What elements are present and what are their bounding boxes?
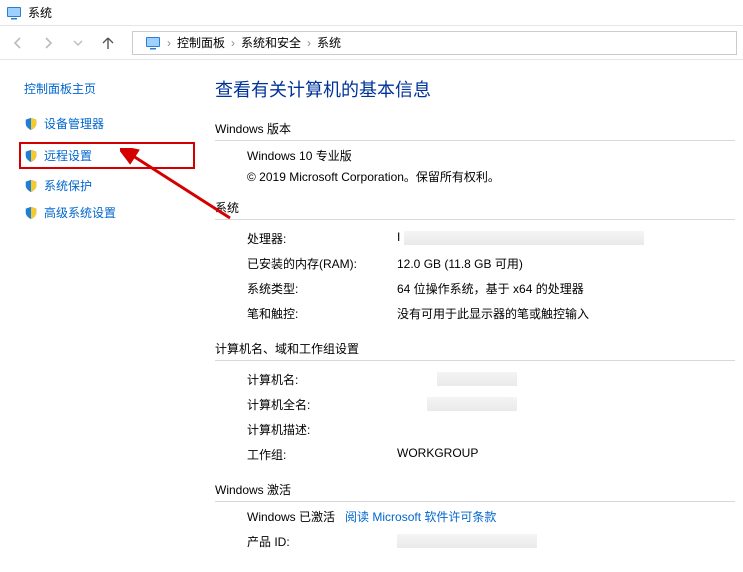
- navbar: › 控制面板 › 系统和安全 › 系统: [0, 26, 743, 60]
- row-processor: 处理器: I: [215, 226, 735, 251]
- row-product-id: 产品 ID:: [215, 529, 735, 554]
- sidebar-item-label: 系统保护: [44, 177, 92, 194]
- control-panel-home-link[interactable]: 控制面板主页: [24, 80, 195, 97]
- value-pen-touch: 没有可用于此显示器的笔或触控输入: [397, 305, 735, 322]
- breadcrumb-system[interactable]: 系统: [317, 34, 341, 51]
- breadcrumb-system-security[interactable]: 系统和安全: [241, 34, 301, 51]
- value-ram: 12.0 GB (11.8 GB 可用): [397, 255, 735, 272]
- forward-button[interactable]: [36, 31, 60, 55]
- section-title-name: 计算机名、域和工作组设置: [215, 340, 735, 361]
- system-icon: [6, 5, 22, 21]
- redacted-block: [437, 372, 517, 386]
- license-terms-link[interactable]: 阅读 Microsoft 软件许可条款: [345, 510, 496, 524]
- shield-icon: [24, 206, 38, 220]
- value-processor: I: [397, 230, 735, 247]
- chevron-right-icon[interactable]: ›: [231, 36, 235, 50]
- label-computer-name: 计算机名:: [247, 371, 397, 388]
- label-processor: 处理器:: [247, 230, 397, 247]
- row-computer-name: 计算机名:: [215, 367, 735, 392]
- shield-icon: [24, 117, 38, 131]
- redacted-block: [404, 231, 644, 245]
- sidebar: 控制面板主页 设备管理器 远程设置 系统保护: [0, 60, 195, 572]
- sidebar-item-advanced-settings[interactable]: 高级系统设置: [24, 204, 195, 221]
- section-title-edition: Windows 版本: [215, 120, 735, 141]
- label-system-type: 系统类型:: [247, 280, 397, 297]
- label-workgroup: 工作组:: [247, 446, 397, 463]
- copyright-text: © 2019 Microsoft Corporation。保留所有权利。: [215, 168, 735, 185]
- edition-name: Windows 10 专业版: [215, 147, 735, 164]
- label-ram: 已安装的内存(RAM):: [247, 255, 397, 272]
- sidebar-item-label: 远程设置: [44, 147, 92, 164]
- label-full-name: 计算机全名:: [247, 396, 397, 413]
- up-button[interactable]: [96, 31, 120, 55]
- shield-icon: [24, 179, 38, 193]
- row-system-type: 系统类型: 64 位操作系统，基于 x64 的处理器: [215, 276, 735, 301]
- label-pen-touch: 笔和触控:: [247, 305, 397, 322]
- sidebar-item-remote-settings[interactable]: 远程设置: [19, 142, 195, 169]
- address-bar[interactable]: › 控制面板 › 系统和安全 › 系统: [132, 31, 737, 55]
- row-ram: 已安装的内存(RAM): 12.0 GB (11.8 GB 可用): [215, 251, 735, 276]
- page-title: 查看有关计算机的基本信息: [215, 76, 735, 102]
- section-title-activation: Windows 激活: [215, 481, 735, 502]
- window-title: 系统: [28, 4, 52, 21]
- value-product-id: [397, 533, 735, 550]
- redacted-block: [427, 397, 517, 411]
- computer-name-section: 计算机名、域和工作组设置 计算机名: 计算机全名: 计算机描述: 工作组: WO…: [215, 340, 735, 467]
- row-description: 计算机描述:: [215, 417, 735, 442]
- activation-section: Windows 激活 Windows 已激活 阅读 Microsoft 软件许可…: [215, 481, 735, 554]
- windows-edition-section: Windows 版本 Windows 10 专业版 © 2019 Microso…: [215, 120, 735, 185]
- value-workgroup: WORKGROUP: [397, 446, 735, 463]
- sidebar-item-label: 高级系统设置: [44, 204, 116, 221]
- value-full-name: [397, 396, 735, 413]
- sidebar-item-label: 设备管理器: [44, 115, 104, 132]
- breadcrumb: › 控制面板 › 系统和安全 › 系统: [165, 34, 341, 51]
- titlebar: 系统: [0, 0, 743, 26]
- chevron-right-icon[interactable]: ›: [167, 36, 171, 50]
- activation-row: Windows 已激活 阅读 Microsoft 软件许可条款: [215, 508, 735, 525]
- main-panel: 查看有关计算机的基本信息 Windows 版本 Windows 10 专业版 ©…: [195, 60, 743, 572]
- system-section: 系统 处理器: I 已安装的内存(RAM): 12.0 GB (11.8 GB …: [215, 199, 735, 326]
- row-workgroup: 工作组: WORKGROUP: [215, 442, 735, 467]
- label-product-id: 产品 ID:: [247, 533, 397, 550]
- redacted-block: [397, 534, 537, 548]
- recent-dropdown[interactable]: [66, 31, 90, 55]
- value-computer-name: [397, 371, 735, 388]
- value-description: [397, 421, 735, 438]
- system-icon: [145, 35, 161, 51]
- sidebar-item-device-manager[interactable]: 设备管理器: [24, 115, 195, 132]
- chevron-right-icon[interactable]: ›: [307, 36, 311, 50]
- shield-icon: [24, 149, 38, 163]
- sidebar-item-system-protection[interactable]: 系统保护: [24, 177, 195, 194]
- row-full-name: 计算机全名:: [215, 392, 735, 417]
- section-title-system: 系统: [215, 199, 735, 220]
- back-button[interactable]: [6, 31, 30, 55]
- activation-status: Windows 已激活: [247, 510, 335, 524]
- value-system-type: 64 位操作系统，基于 x64 的处理器: [397, 280, 735, 297]
- breadcrumb-control-panel[interactable]: 控制面板: [177, 34, 225, 51]
- label-description: 计算机描述:: [247, 421, 397, 438]
- row-pen-touch: 笔和触控: 没有可用于此显示器的笔或触控输入: [215, 301, 735, 326]
